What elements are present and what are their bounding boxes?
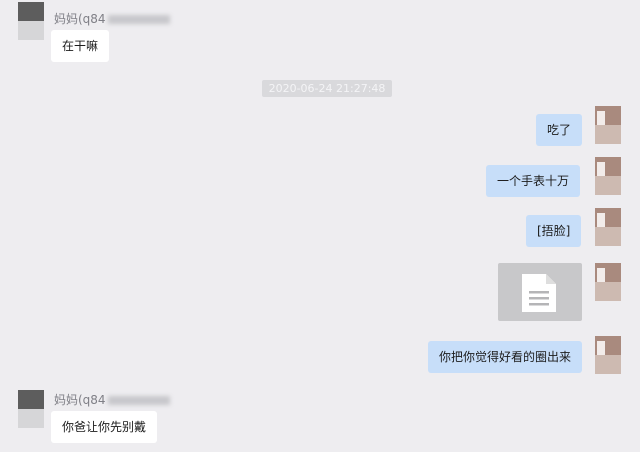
outgoing-message[interactable]: 吃了 — [536, 114, 583, 146]
outgoing-message[interactable]: 一个手表十万 — [486, 165, 581, 197]
my-avatar[interactable] — [595, 208, 621, 246]
redacted-id — [107, 15, 170, 24]
contact-avatar[interactable] — [18, 2, 44, 40]
sender-name-text: 妈妈(q84 — [54, 393, 106, 407]
contact-avatar[interactable] — [18, 390, 44, 428]
my-avatar[interactable] — [595, 263, 621, 301]
sender-name: 妈妈(q84 — [54, 391, 170, 408]
outgoing-message[interactable]: 你把你觉得好看的圈出来 — [428, 341, 583, 373]
sender-name-text: 妈妈(q84 — [54, 12, 106, 26]
file-attachment[interactable] — [498, 263, 582, 321]
incoming-message[interactable]: 你爸让你先别戴 — [51, 411, 158, 443]
outgoing-message[interactable]: [捂脸] — [526, 215, 582, 247]
message-timestamp: 2020-06-24 21:27:48 — [262, 80, 392, 97]
redacted-id — [107, 396, 170, 405]
my-avatar[interactable] — [595, 336, 621, 374]
my-avatar[interactable] — [595, 106, 621, 144]
my-avatar[interactable] — [595, 157, 621, 195]
incoming-message[interactable]: 在干嘛 — [51, 30, 110, 62]
document-icon — [522, 274, 556, 312]
sender-name: 妈妈(q84 — [54, 10, 170, 27]
